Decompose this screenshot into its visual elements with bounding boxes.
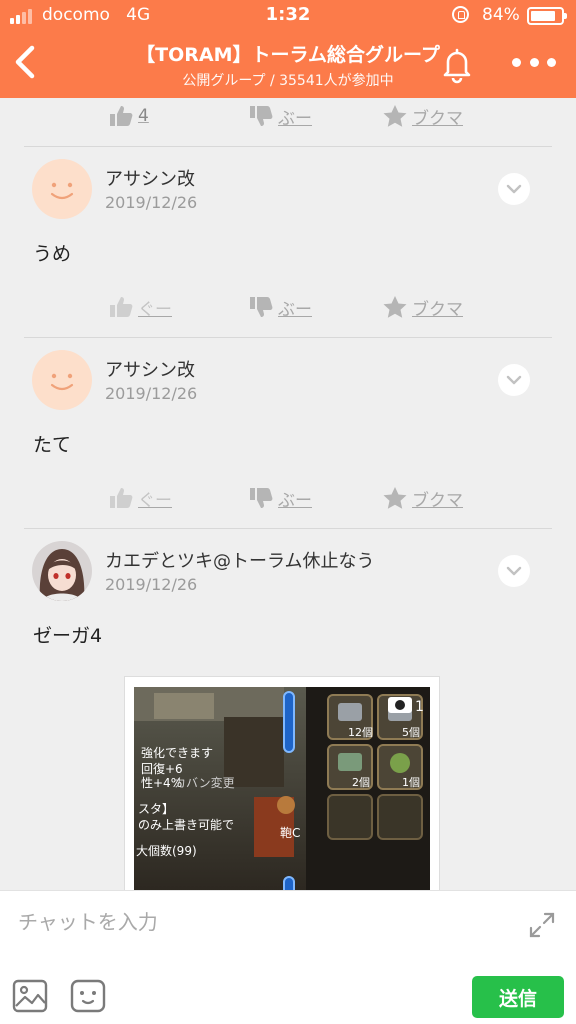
expand-icon[interactable]: [528, 911, 556, 939]
bookmark-label: ブクマ: [412, 490, 463, 511]
orientation-lock-icon: [452, 6, 469, 23]
post-menu-button[interactable]: [498, 555, 530, 587]
bell-icon[interactable]: [438, 44, 476, 84]
send-button[interactable]: 送信: [472, 976, 564, 1018]
avatar[interactable]: [32, 350, 92, 410]
status-bar: docomo 4G 1:32 84%: [0, 0, 576, 32]
game-text-line: 鞄C: [280, 826, 300, 840]
attached-image[interactable]: 強化できます 回復+6 性+4% カバン変更 スタ】 のみ上書き可能で 大個数(…: [124, 676, 440, 890]
image-icon[interactable]: [12, 979, 48, 1013]
thumb-up-icon: [110, 488, 133, 508]
post-item: アサシン改 2019/12/26 たて ぐー ぶー ブクマ: [0, 338, 576, 528]
post-text: たて: [33, 434, 72, 456]
slot-count: 12個: [348, 726, 373, 739]
like-label: ぐー: [138, 490, 172, 511]
smile-face-icon: [50, 373, 74, 391]
post-item: アサシン改 2019/12/26 うめ ぐー ぶー ブクマ: [0, 147, 576, 337]
author-name[interactable]: アサシン改: [105, 165, 195, 191]
like-label: ぐー: [138, 299, 172, 320]
post-date: 2019/12/26: [105, 575, 198, 594]
nav-bar: 【TORAM】トーラム総合グループ 公開グループ / 35541人が参加中: [0, 32, 576, 98]
star-icon: [383, 296, 407, 318]
star-icon: [383, 105, 407, 127]
bookmark-label: ブクマ: [412, 299, 463, 320]
group-subtitle: 公開グループ / 35541人が参加中: [182, 73, 394, 89]
battery-icon: [527, 7, 567, 25]
boo-label: ぶー: [278, 108, 312, 129]
message-feed[interactable]: 4 ぶー ブクマ アサシン改 2019/12/26 うめ ぐー ぶー ブクマ ア…: [0, 98, 576, 890]
sticker-icon[interactable]: [70, 979, 106, 1013]
game-text-line: カバン変更: [174, 775, 235, 790]
anime-character-avatar: [32, 541, 92, 601]
boo-button[interactable]: ぶー: [248, 478, 312, 518]
avatar[interactable]: [32, 541, 92, 601]
game-screenshot: 強化できます 回復+6 性+4% カバン変更 スタ】 のみ上書き可能で 大個数(…: [134, 687, 430, 890]
thumb-up-icon: [110, 106, 133, 126]
chat-input-bar: 送信: [0, 890, 576, 1024]
chevron-down-icon: [506, 375, 522, 385]
post-menu-button[interactable]: [498, 173, 530, 205]
slot-count: 2個: [352, 776, 370, 789]
group-header[interactable]: 【TORAM】トーラム総合グループ 公開グループ / 35541人が参加中: [80, 40, 496, 90]
bookmark-button[interactable]: ブクマ: [382, 98, 463, 136]
bookmark-button[interactable]: ブクマ: [382, 478, 463, 518]
game-text-line: のみ上書き可能で: [138, 818, 234, 832]
photo-count: 1: [415, 699, 424, 715]
bookmark-button[interactable]: ブクマ: [382, 287, 463, 327]
slot-count: 1個: [402, 776, 420, 789]
reaction-row: ぐー ぶー ブクマ: [0, 287, 576, 327]
bookmark-label: ブクマ: [412, 108, 463, 129]
game-text-line: 大個数(99): [136, 843, 197, 858]
thumb-down-icon: [250, 106, 273, 126]
back-icon[interactable]: [8, 42, 40, 82]
top-bar: docomo 4G 1:32 84% 【TORAM】トーラム総合グループ 公開グ…: [0, 0, 576, 98]
boo-label: ぶー: [278, 299, 312, 320]
chevron-down-icon: [506, 566, 522, 576]
like-label: 4: [138, 106, 149, 126]
post-text: うめ: [33, 243, 72, 265]
boo-button[interactable]: ぶー: [248, 98, 312, 136]
battery-percent: 84%: [482, 5, 520, 25]
like-button[interactable]: ぐー: [108, 287, 172, 327]
author-name[interactable]: カエデとツキ@トーラム休止なう: [105, 547, 374, 573]
game-text-line: スタ】: [138, 802, 174, 816]
more-icon[interactable]: [512, 52, 556, 72]
post-date: 2019/12/26: [105, 193, 198, 212]
chat-input[interactable]: [18, 905, 508, 939]
game-scene-image: 強化できます 回復+6 性+4% カバン変更 スタ】 のみ上書き可能で 大個数(…: [134, 687, 430, 890]
game-text-line: 回復+6: [141, 761, 183, 776]
avatar[interactable]: [32, 159, 92, 219]
boo-button[interactable]: ぶー: [248, 287, 312, 327]
like-button[interactable]: 4: [108, 98, 149, 136]
group-title: 【TORAM】トーラム総合グループ: [136, 44, 440, 66]
thumb-down-icon: [250, 488, 273, 508]
author-name[interactable]: アサシン改: [105, 356, 195, 382]
thumb-down-icon: [250, 297, 273, 317]
slot-count: 5個: [402, 726, 420, 739]
smile-face-icon: [50, 182, 74, 200]
chevron-down-icon: [506, 184, 522, 194]
post-date: 2019/12/26: [105, 384, 198, 403]
game-text-line: 強化できます: [141, 746, 213, 760]
star-icon: [383, 487, 407, 509]
post-text: ゼーガ4: [33, 625, 103, 647]
thumb-up-icon: [110, 297, 133, 317]
post-menu-button[interactable]: [498, 364, 530, 396]
like-button[interactable]: ぐー: [108, 478, 172, 518]
reaction-row: 4 ぶー ブクマ: [0, 98, 576, 136]
reaction-row: ぐー ぶー ブクマ: [0, 478, 576, 518]
boo-label: ぶー: [278, 490, 312, 511]
